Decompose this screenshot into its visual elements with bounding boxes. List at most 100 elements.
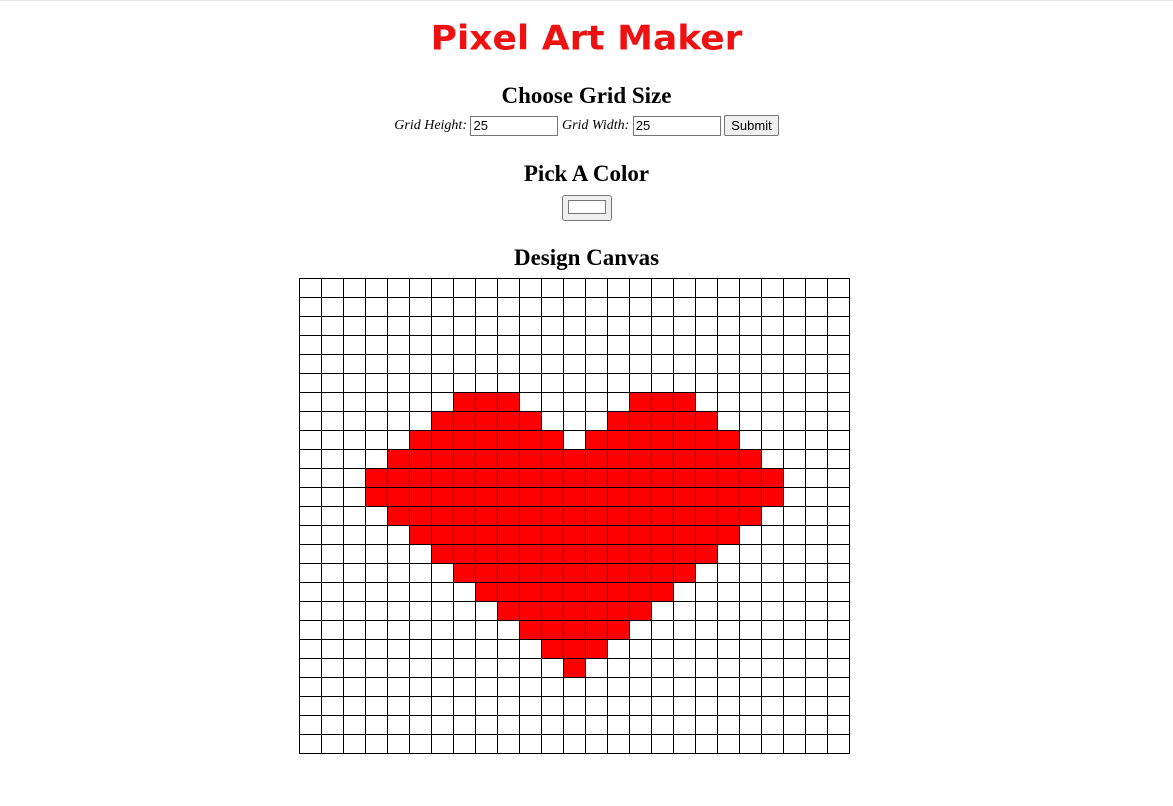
pixel-cell[interactable] [717, 411, 740, 431]
pixel-cell[interactable] [783, 582, 806, 602]
pixel-cell[interactable] [409, 696, 432, 716]
pixel-cell[interactable] [607, 734, 630, 754]
pixel-cell[interactable] [673, 544, 696, 564]
pixel-cell[interactable] [563, 392, 586, 412]
pixel-cell[interactable] [827, 620, 850, 640]
pixel-cell[interactable] [827, 525, 850, 545]
pixel-cell[interactable] [783, 411, 806, 431]
pixel-cell[interactable] [321, 715, 344, 735]
pixel-cell[interactable] [299, 506, 322, 526]
pixel-cell[interactable] [431, 734, 454, 754]
pixel-cell[interactable] [695, 468, 718, 488]
pixel-cell[interactable] [717, 316, 740, 336]
pixel-cell[interactable] [299, 563, 322, 583]
pixel-cell[interactable] [739, 449, 762, 469]
pixel-cell[interactable] [717, 506, 740, 526]
pixel-cell[interactable] [563, 677, 586, 697]
pixel-cell[interactable] [299, 449, 322, 469]
pixel-cell[interactable] [695, 278, 718, 298]
pixel-cell[interactable] [717, 278, 740, 298]
pixel-cell[interactable] [717, 430, 740, 450]
pixel-cell[interactable] [343, 335, 366, 355]
pixel-cell[interactable] [475, 620, 498, 640]
pixel-cell[interactable] [629, 696, 652, 716]
pixel-cell[interactable] [321, 411, 344, 431]
pixel-cell[interactable] [453, 525, 476, 545]
pixel-cell[interactable] [717, 563, 740, 583]
pixel-cell[interactable] [453, 620, 476, 640]
pixel-cell[interactable] [563, 563, 586, 583]
pixel-cell[interactable] [629, 430, 652, 450]
pixel-cell[interactable] [607, 658, 630, 678]
pixel-cell[interactable] [585, 658, 608, 678]
pixel-cell[interactable] [453, 658, 476, 678]
pixel-cell[interactable] [739, 696, 762, 716]
pixel-cell[interactable] [761, 449, 784, 469]
pixel-cell[interactable] [695, 620, 718, 640]
pixel-cell[interactable] [563, 335, 586, 355]
pixel-cell[interactable] [651, 696, 674, 716]
pixel-cell[interactable] [343, 563, 366, 583]
pixel-cell[interactable] [695, 639, 718, 659]
pixel-cell[interactable] [431, 620, 454, 640]
pixel-cell[interactable] [431, 658, 454, 678]
pixel-cell[interactable] [717, 335, 740, 355]
pixel-cell[interactable] [497, 449, 520, 469]
pixel-cell[interactable] [343, 487, 366, 507]
pixel-cell[interactable] [299, 354, 322, 374]
pixel-cell[interactable] [673, 620, 696, 640]
pixel-cell[interactable] [629, 468, 652, 488]
pixel-cell[interactable] [299, 601, 322, 621]
pixel-cell[interactable] [717, 354, 740, 374]
pixel-cell[interactable] [365, 506, 388, 526]
pixel-cell[interactable] [629, 734, 652, 754]
pixel-cell[interactable] [431, 601, 454, 621]
pixel-cell[interactable] [321, 696, 344, 716]
pixel-cell[interactable] [673, 658, 696, 678]
pixel-cell[interactable] [453, 354, 476, 374]
pixel-cell[interactable] [497, 582, 520, 602]
pixel-cell[interactable] [453, 582, 476, 602]
pixel-cell[interactable] [739, 430, 762, 450]
pixel-cell[interactable] [717, 544, 740, 564]
pixel-cell[interactable] [651, 658, 674, 678]
pixel-cell[interactable] [453, 468, 476, 488]
pixel-cell[interactable] [409, 449, 432, 469]
pixel-cell[interactable] [409, 601, 432, 621]
pixel-cell[interactable] [783, 639, 806, 659]
pixel-cell[interactable] [497, 601, 520, 621]
pixel-cell[interactable] [497, 278, 520, 298]
pixel-cell[interactable] [585, 392, 608, 412]
pixel-cell[interactable] [651, 715, 674, 735]
pixel-cell[interactable] [519, 715, 542, 735]
pixel-cell[interactable] [431, 335, 454, 355]
pixel-cell[interactable] [475, 677, 498, 697]
pixel-cell[interactable] [475, 392, 498, 412]
pixel-cell[interactable] [299, 734, 322, 754]
pixel-cell[interactable] [761, 506, 784, 526]
pixel-cell[interactable] [805, 563, 828, 583]
pixel-cell[interactable] [365, 487, 388, 507]
pixel-cell[interactable] [409, 487, 432, 507]
pixel-cell[interactable] [519, 506, 542, 526]
pixel-cell[interactable] [409, 639, 432, 659]
pixel-cell[interactable] [497, 620, 520, 640]
pixel-cell[interactable] [651, 392, 674, 412]
pixel-cell[interactable] [629, 506, 652, 526]
pixel-cell[interactable] [651, 373, 674, 393]
pixel-cell[interactable] [343, 373, 366, 393]
pixel-cell[interactable] [827, 335, 850, 355]
pixel-cell[interactable] [805, 582, 828, 602]
pixel-cell[interactable] [827, 316, 850, 336]
pixel-cell[interactable] [409, 335, 432, 355]
pixel-cell[interactable] [431, 582, 454, 602]
pixel-cell[interactable] [321, 468, 344, 488]
pixel-cell[interactable] [409, 715, 432, 735]
pixel-cell[interactable] [673, 354, 696, 374]
pixel-cell[interactable] [343, 544, 366, 564]
pixel-cell[interactable] [453, 411, 476, 431]
pixel-cell[interactable] [585, 449, 608, 469]
pixel-cell[interactable] [805, 696, 828, 716]
pixel-cell[interactable] [805, 392, 828, 412]
pixel-cell[interactable] [585, 582, 608, 602]
